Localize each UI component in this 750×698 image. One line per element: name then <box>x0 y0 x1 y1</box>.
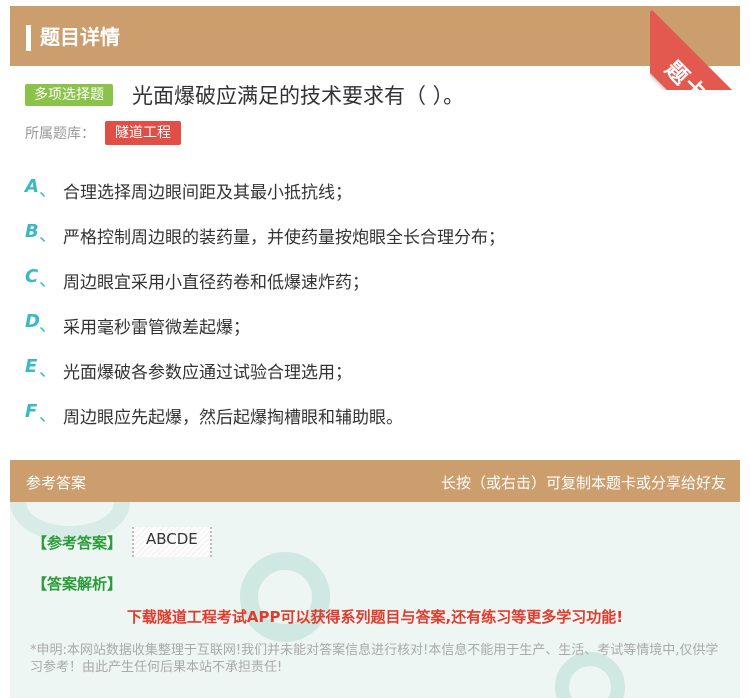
bank-label: 所属题库： <box>25 126 95 142</box>
download-app-link[interactable]: 下载隧道工程考试APP可以获得系列题目与答案,还有练习等更多学习功能! <box>10 606 740 627</box>
option-separator: 、 <box>39 360 57 381</box>
option-letter: A <box>25 176 39 197</box>
answer-analysis-label: 【答案解析】 <box>32 575 123 593</box>
watermark-logo <box>240 552 330 642</box>
option-a: A 、 合理选择周边眼间距及其最小抵抗线； <box>25 176 725 203</box>
answer-body: 【参考答案】 ABCDE 【答案解析】 下载隧道工程考试APP可以获得系列题目与… <box>10 502 740 698</box>
option-text: 采用毫秒雷管微差起爆； <box>63 318 250 338</box>
disclaimer-notice: *申明:本网站数据收集整理于互联网!我们并未能对答案信息进行核对!本信息不能用于… <box>30 643 719 675</box>
answer-header: 参考答案 长按（或右击）可复制本题卡或分享给好友 <box>10 460 740 502</box>
option-text: 光面爆破各参数应通过试验合理选用； <box>63 363 352 383</box>
option-separator: 、 <box>39 315 57 336</box>
option-letter: E <box>25 356 38 377</box>
header-accent-bar <box>26 25 31 51</box>
option-e: E 、 光面爆破各参数应通过试验合理选用； <box>25 356 725 383</box>
option-text: 严格控制周边眼的装药量，并使药量按炮眼全长合理分布； <box>63 228 505 248</box>
page-title: 题目详情 <box>40 25 120 49</box>
card-ribbon: 题卡 <box>650 0 750 90</box>
question-line: 多项选择题 光面爆破应满足的技术要求有（ ）。 <box>25 80 725 110</box>
answer-header-title: 参考答案 <box>26 474 87 492</box>
option-letter: F <box>25 401 38 422</box>
detail-header: 题目详情 <box>10 6 740 66</box>
option-d: D 、 采用毫秒雷管微差起爆； <box>25 311 725 338</box>
reference-answer-label: 【参考答案】 <box>32 534 123 552</box>
option-text: 周边眼应先起爆，然后起爆掏槽眼和辅助眼。 <box>63 408 403 428</box>
option-letter: D <box>25 311 40 332</box>
ribbon-label: 题卡 <box>659 56 712 90</box>
option-text: 周边眼宜采用小直径药卷和低爆速炸药； <box>63 273 369 293</box>
option-separator: 、 <box>39 270 57 291</box>
option-separator: 、 <box>39 225 57 246</box>
option-f: F 、 周边眼应先起爆，然后起爆掏槽眼和辅助眼。 <box>25 401 725 428</box>
option-separator: 、 <box>39 180 57 201</box>
share-hint: 长按（或右击）可复制本题卡或分享给好友 <box>440 474 726 492</box>
option-separator: 、 <box>39 405 57 426</box>
option-letter: B <box>25 221 39 242</box>
question-text: 光面爆破应满足的技术要求有（ ）。 <box>132 84 465 108</box>
option-b: B 、 严格控制周边眼的装药量，并使药量按炮眼全长合理分布； <box>25 221 725 248</box>
reference-answer-value: ABCDE <box>132 527 212 557</box>
option-letter: C <box>25 266 39 287</box>
question-type-badge: 多项选择题 <box>25 84 113 106</box>
option-text: 合理选择周边眼间距及其最小抵抗线； <box>63 183 352 203</box>
option-c: C 、 周边眼宜采用小直径药卷和低爆速炸药； <box>25 266 725 293</box>
ribbon-band: 题卡 <box>650 10 750 90</box>
bank-tag[interactable]: 隧道工程 <box>105 121 181 145</box>
